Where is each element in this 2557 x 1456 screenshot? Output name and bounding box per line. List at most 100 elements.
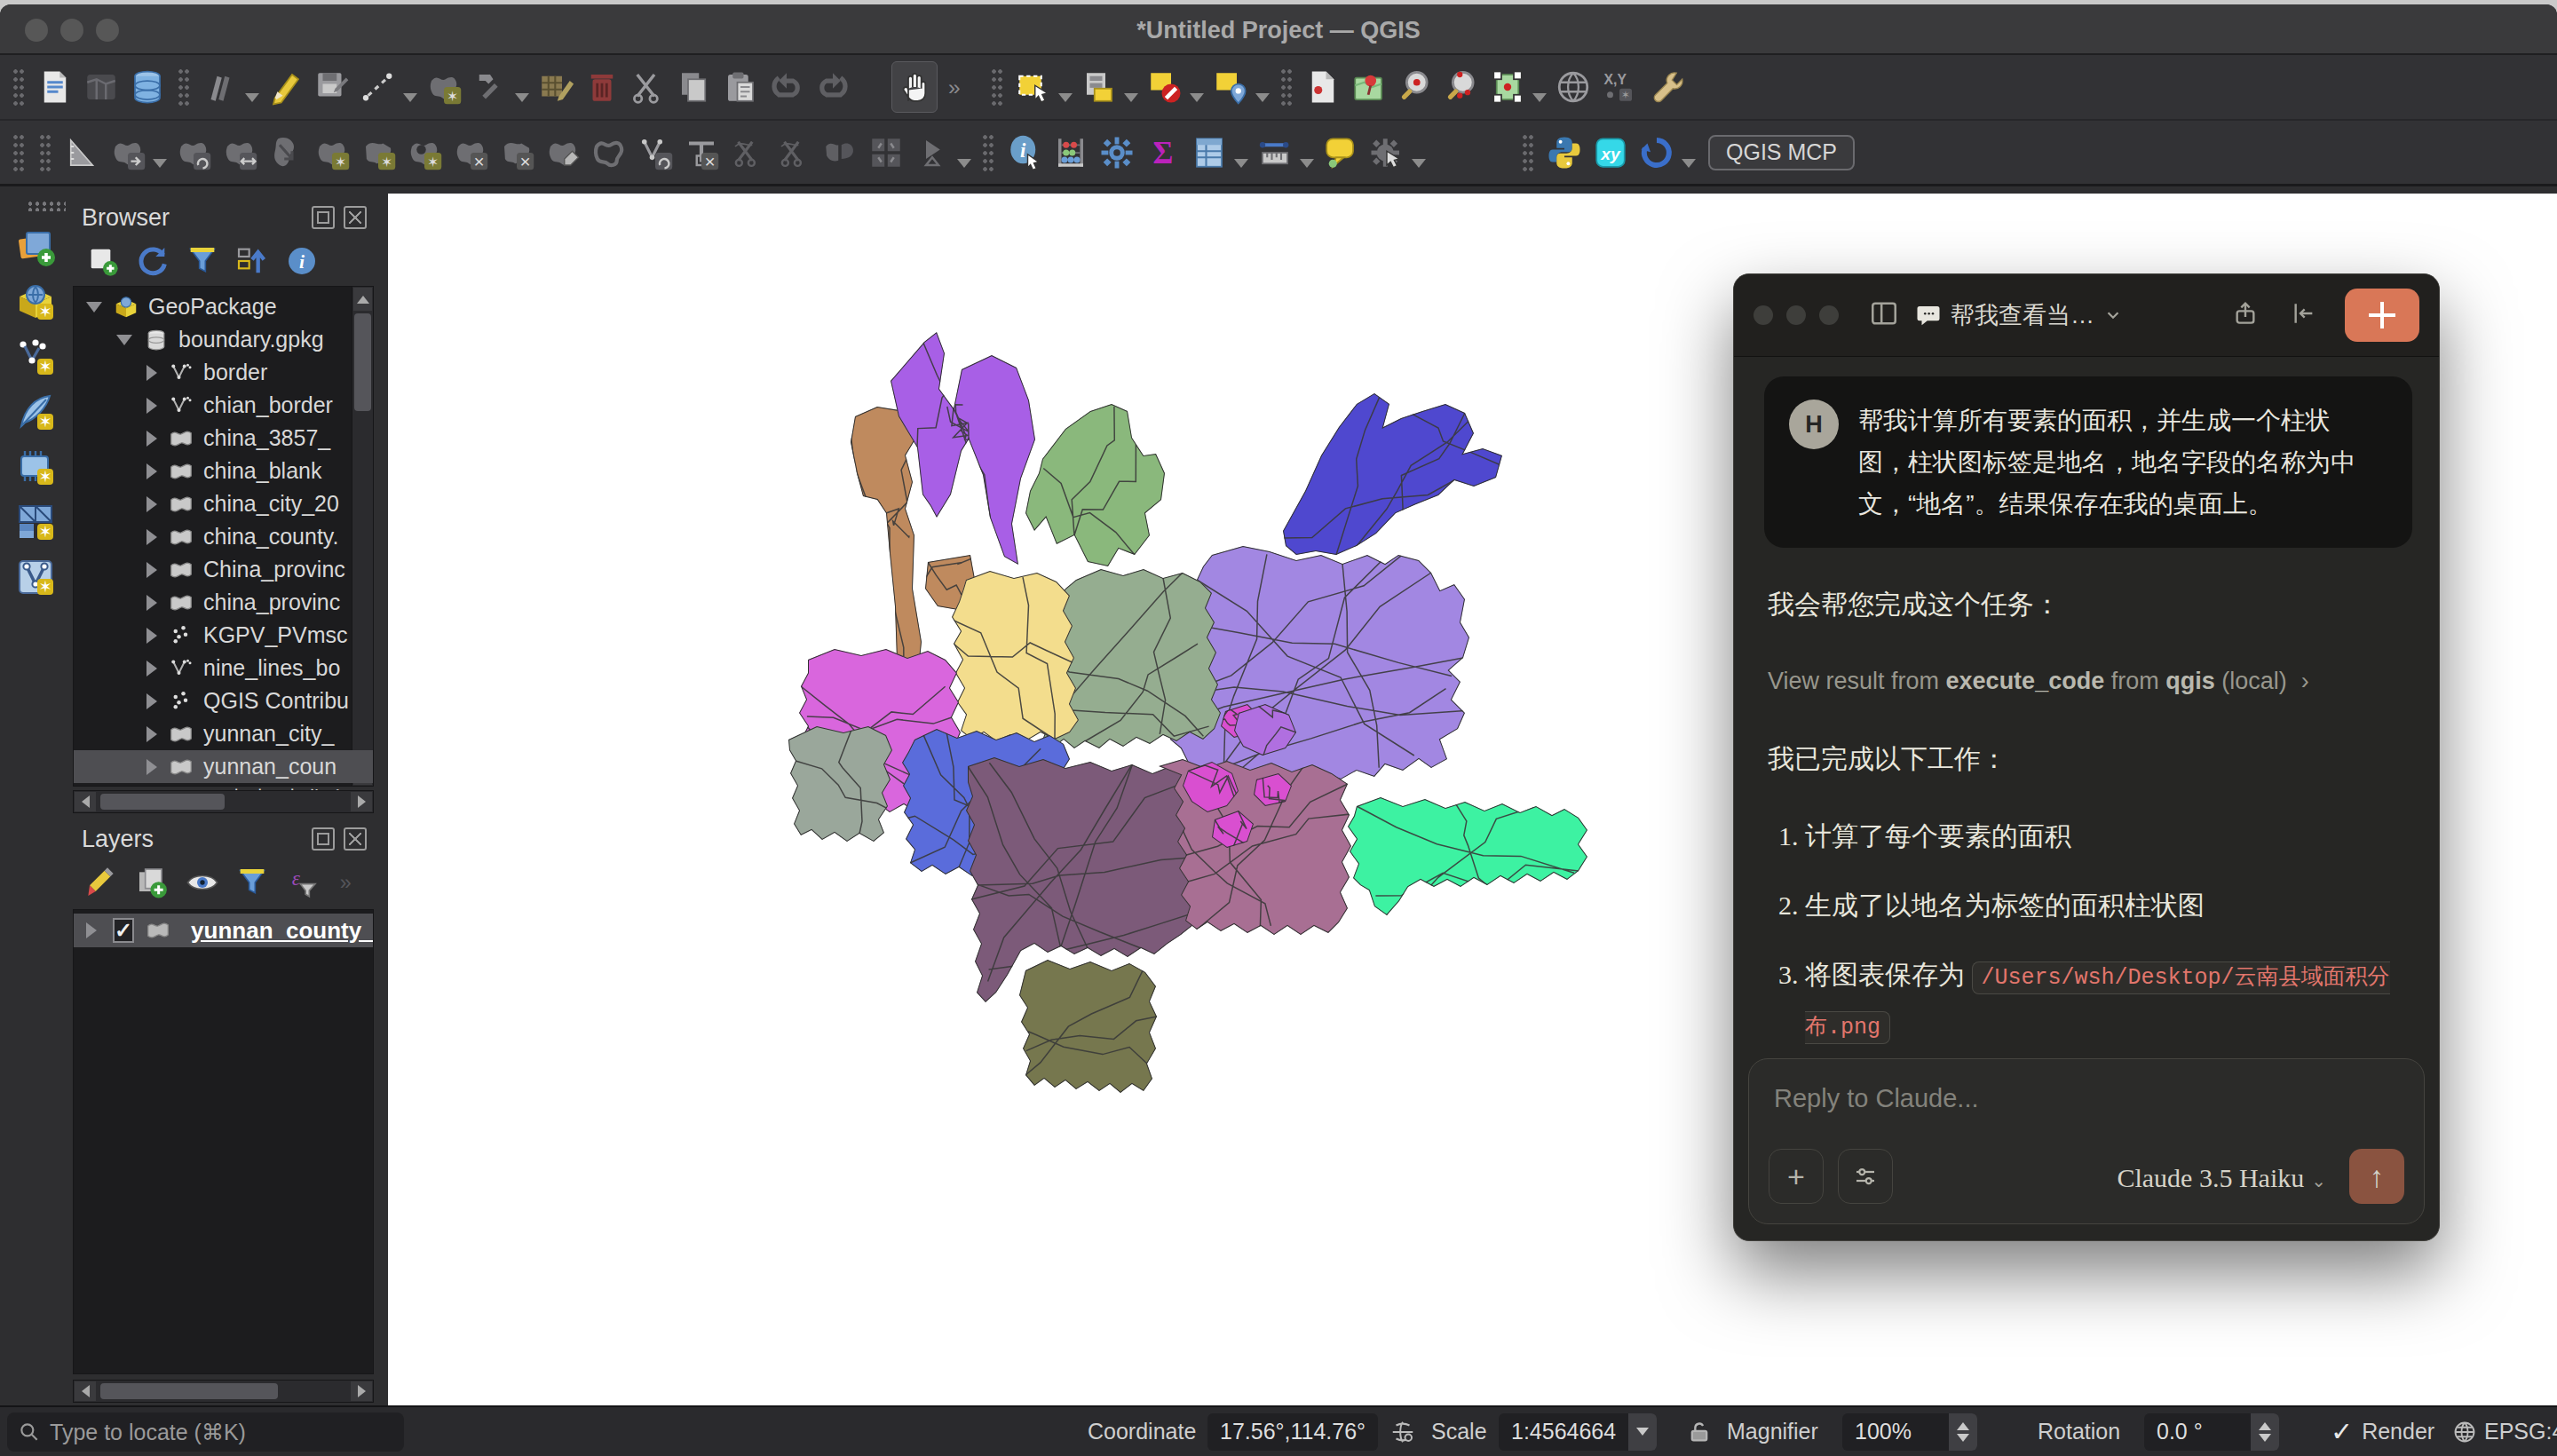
sidebar-toggle-icon[interactable] [1869,298,1899,332]
layers-close-icon[interactable] [344,827,367,851]
new-memory-layer-icon[interactable]: ✶ [14,446,57,488]
paste-features-button[interactable] [717,61,764,113]
filter-by-expression-icon[interactable]: ε [284,865,320,900]
tree-expand-arrow[interactable] [146,562,157,578]
tree-expand-arrow[interactable] [146,431,157,447]
metasearch-button[interactable] [1550,61,1596,113]
new-chat-button[interactable] [2345,289,2419,342]
attach-button[interactable]: + [1769,1149,1824,1204]
chat-title[interactable]: 帮我查看当… [1915,299,2123,331]
digitize-line-button[interactable] [355,61,401,113]
crs-indicator[interactable]: EPSG:4326 [2452,1419,2557,1444]
tree-expand-arrow[interactable] [146,759,157,775]
tree-expand-arrow[interactable] [146,693,157,709]
tree-expand-arrow[interactable] [146,595,157,611]
measure-cad-button[interactable] [59,127,105,178]
new-project-button[interactable] [32,61,78,113]
coordinate-value[interactable]: 17.56°,114.76° [1207,1413,1378,1451]
tree-item-kgpv-pvmsc[interactable]: KGPV_PVmsc [74,619,352,652]
tree-expand-arrow[interactable] [146,661,157,677]
zoom-to-extent-button[interactable] [1484,61,1531,113]
measure-line-button[interactable] [1252,127,1298,178]
scale-combo[interactable]: 1:4564664 [1499,1413,1657,1451]
new-shapefile-layer-icon[interactable]: ✶ [14,336,57,378]
run-process-button[interactable] [1364,127,1410,178]
undo-button[interactable] [764,61,810,113]
tools-button[interactable] [1838,1149,1893,1204]
tree-expand-arrow[interactable] [146,628,157,644]
merge-attributes-button[interactable] [863,127,909,178]
select-features-button[interactable] [1010,61,1057,113]
tree-expand-arrow[interactable] [86,302,102,313]
field-calculator-button[interactable] [1048,127,1094,178]
add-layer-icon[interactable] [14,226,57,268]
dropdown-arrow-icon[interactable] [957,159,971,168]
file-path-chip[interactable]: /Users/wsh/Desktop/云南县域面积分布.png [1805,961,2390,1044]
dropdown-arrow-icon[interactable] [1532,93,1547,102]
new-3d-view-button[interactable] [1346,61,1392,113]
tree-item-china-3857-[interactable]: china_3857_ [74,422,352,455]
reply-composer[interactable]: Reply to Claude... + Claude 3.5 Haiku⌄ ↑ [1748,1058,2425,1224]
eraser-tool-button[interactable] [540,127,586,178]
tree-expand-arrow[interactable] [146,726,157,742]
browser-close-icon[interactable] [344,206,367,229]
new-geopackage-layer-icon[interactable]: ✶ [14,281,57,323]
layers-hscrollbar[interactable] [73,1380,374,1403]
tree-item-nine-lines-bo[interactable]: nine_lines_bo [74,652,352,684]
open-project-button[interactable] [78,61,124,113]
redo-button[interactable] [810,61,856,113]
filter-legend-icon[interactable] [234,865,270,900]
toggle-editing-button[interactable] [263,61,309,113]
open-attribute-table-button[interactable] [1186,127,1232,178]
tree-item-qgis-contribu[interactable]: QGIS Contribu [74,684,352,717]
browser-tree-vscrollbar[interactable] [352,287,373,786]
dropdown-arrow-icon[interactable] [403,93,417,102]
tree-item-border[interactable]: border [74,356,352,389]
refresh-icon[interactable] [135,243,170,279]
dropdown-arrow-icon[interactable] [515,93,529,102]
map-tips-button[interactable] [1318,127,1364,178]
tree-item-china-blank[interactable]: china_blank [74,455,352,487]
manage-visibility-icon[interactable] [185,865,220,900]
dropdown-arrow-icon[interactable] [1234,159,1248,168]
tree-expand-arrow[interactable] [146,529,157,545]
browser-float-icon[interactable] [312,206,335,229]
zoom-to-layer-button[interactable] [1438,61,1484,113]
rotation-spinner[interactable]: 0.0 ° [2144,1413,2279,1451]
zoom-to-selection-button[interactable] [1392,61,1438,113]
claude-close-button[interactable] [1753,305,1773,325]
style-manager-button[interactable] [197,61,243,113]
lock-icon[interactable] [1687,1419,1712,1445]
dropdown-arrow-icon[interactable] [1412,159,1426,168]
tree-item-yunnan-coun[interactable]: yunnan_coun [74,750,373,783]
split-features-button[interactable] [724,127,771,178]
tree-expand-arrow[interactable] [146,496,157,512]
tree-expand-arrow[interactable] [146,365,157,381]
trim-extend-button[interactable]: ✕ [678,127,724,178]
tree-item-yunnan-city-[interactable]: yunnan_city_ [74,717,352,750]
advanced-digitize-button[interactable] [467,61,513,113]
dropdown-arrow-icon[interactable] [1682,159,1696,168]
properties-info-icon[interactable]: i [284,243,320,279]
tree-item-china-provinc[interactable]: china_provinc [74,586,352,619]
locate-search[interactable]: Type to locate (⌘K) [7,1412,404,1452]
layers-float-icon[interactable] [312,827,335,851]
dropdown-arrow-icon[interactable] [245,93,259,102]
xy-plugin-button[interactable]: xy [1587,127,1634,178]
vertex-tool-button[interactable]: ✶ [421,61,467,113]
qgis-mcp-button[interactable]: QGIS MCP [1708,135,1855,170]
tree-item-chian-border[interactable]: chian_border [74,389,352,422]
tree-item-boundary-gpkg[interactable]: boundary.gpkg [74,323,352,356]
claude-minimize-button[interactable] [1786,305,1806,325]
statistics-panel-button[interactable]: Σ [1140,127,1186,178]
new-virtual-layer-icon[interactable]: ✶ [14,556,57,598]
add-layer-to-project-icon[interactable] [85,243,121,279]
claude-zoom-button[interactable] [1819,305,1839,325]
cut-features-button[interactable] [625,61,671,113]
select-by-location-button[interactable] [1207,61,1254,113]
delete-selected-button[interactable] [579,61,625,113]
processing-toolbox-button[interactable] [1643,61,1689,113]
fill-ring-button[interactable]: ✶ [401,127,447,178]
dropdown-arrow-icon[interactable] [1190,93,1204,102]
db-manager-button[interactable] [124,61,170,113]
